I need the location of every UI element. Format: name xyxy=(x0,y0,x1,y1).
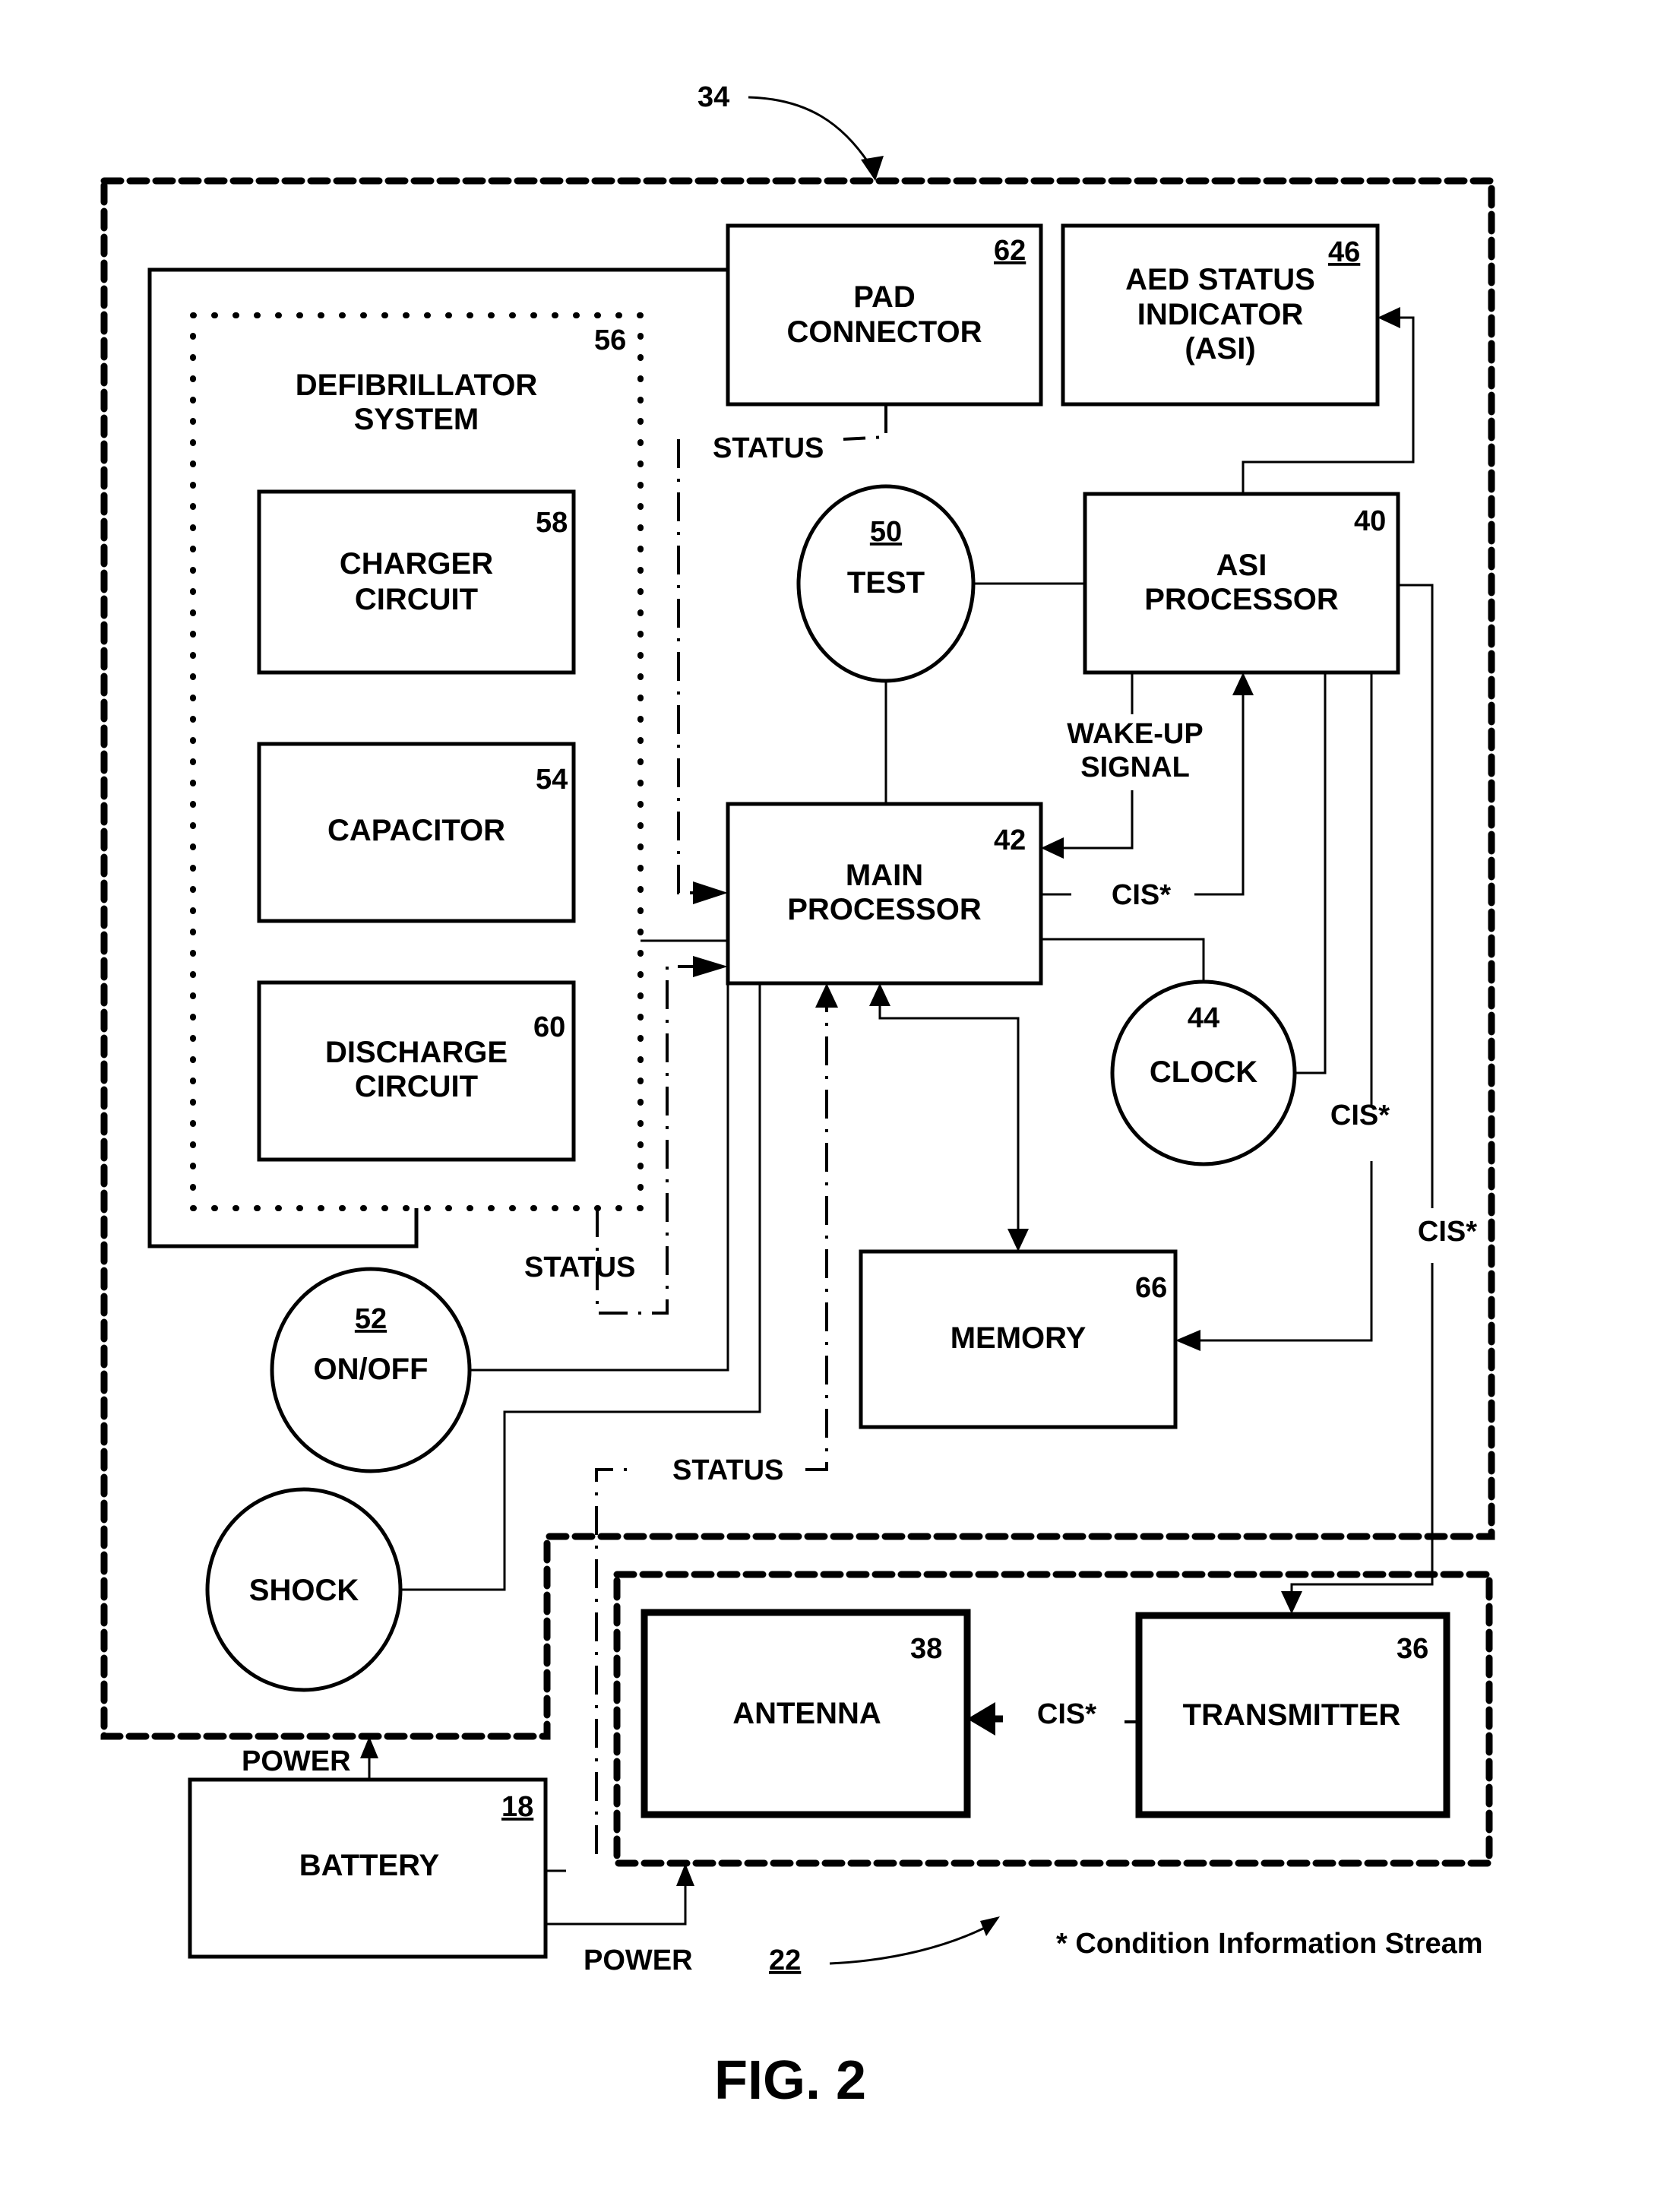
main-to-clock-line xyxy=(1041,938,1205,982)
battery-block[interactable]: 18 BATTERY xyxy=(188,1777,548,1959)
clock-component[interactable]: 44 CLOCK xyxy=(1110,979,1297,1166)
power-comm-line xyxy=(546,1884,687,1926)
test-label: TEST xyxy=(847,566,925,600)
asi-processor-label-2: PROCESSOR xyxy=(1144,583,1339,616)
ref-36-label: 36 xyxy=(1397,1633,1428,1665)
aed-unit-boundary xyxy=(100,177,1495,1740)
ref-60-label: 60 xyxy=(533,1011,565,1043)
charger-circuit-box xyxy=(257,489,576,675)
figure-caption: FIG. 2 xyxy=(714,2050,866,2111)
defibrillator-system-label-1: DEFIBRILLATOR xyxy=(296,369,538,402)
asi-processor-label-1: ASI xyxy=(1216,549,1267,582)
status-comm-label: STATUS xyxy=(672,1454,783,1486)
pad-status-line-a xyxy=(843,404,887,441)
transmitter-block[interactable]: 36 TRANSMITTER xyxy=(1135,1612,1450,1818)
shock-label: SHOCK xyxy=(249,1574,359,1607)
antenna-label: ANTENNA xyxy=(732,1697,881,1730)
defibrillator-system-label-2: SYSTEM xyxy=(354,403,479,436)
charger-circuit-label-2: CIRCUIT xyxy=(355,583,478,616)
cis-tx-antenna-arrowhead xyxy=(967,1702,995,1736)
aed-status-indicator-block[interactable]: 46 AED STATUS INDICATOR (ASI) xyxy=(1061,223,1380,407)
clock-label: CLOCK xyxy=(1150,1055,1257,1089)
pad-connector-block[interactable]: 62 PAD CONNECTOR xyxy=(726,223,1043,407)
aed-block-diagram: 34 56 DEFIBRILLATOR SYSTEM 58 CHARGER CI… xyxy=(100,81,1495,2111)
asi-processor-block[interactable]: 40 ASI PROCESSOR xyxy=(1083,492,1400,675)
cis-main-asi-arrowhead xyxy=(1232,672,1254,695)
ref-40-label: 40 xyxy=(1354,505,1386,537)
cis-asi-memory-label: CIS* xyxy=(1330,1100,1390,1131)
cis-asi-transmitter-line-a xyxy=(1398,584,1434,1208)
ref-50-label: 50 xyxy=(870,516,902,548)
memory-label: MEMORY xyxy=(951,1321,1087,1355)
power-comm-label: POWER xyxy=(584,1945,693,1976)
charger-circuit-label-1: CHARGER xyxy=(340,547,493,581)
ref-58-label: 58 xyxy=(536,507,568,539)
charger-circuit-block[interactable]: 58 CHARGER CIRCUIT xyxy=(257,489,576,675)
pad-status-line-b xyxy=(677,439,693,894)
pad-connector-label-2: CONNECTOR xyxy=(786,315,982,349)
aed-status-indicator-label-3: (ASI) xyxy=(1185,332,1255,366)
wakeup-label-2: SIGNAL xyxy=(1080,752,1190,783)
ref-56-label: 56 xyxy=(594,324,626,356)
capacitor-block[interactable]: 54 CAPACITOR xyxy=(257,742,576,923)
cis-asi-transmitter-line-b xyxy=(1290,1263,1434,1593)
discharge-circuit-block[interactable]: 60 DISCHARGE CIRCUIT xyxy=(257,980,576,1162)
ref-18-label: 18 xyxy=(501,1791,533,1823)
test-button[interactable]: 50 TEST xyxy=(796,484,976,683)
comm-status-line-b xyxy=(805,1008,828,1471)
cis-tx-antenna-label: CIS* xyxy=(1037,1698,1096,1730)
discharge-circuit-label-1: DISCHARGE xyxy=(325,1036,508,1069)
cis-asi-transmitter-label: CIS* xyxy=(1418,1216,1477,1248)
main-processor-label-2: PROCESSOR xyxy=(787,893,982,926)
ref-22-label: 22 xyxy=(769,1945,801,1976)
ref-54-label: 54 xyxy=(536,764,568,796)
cis-asi-memory-arrowhead xyxy=(1175,1330,1200,1351)
cis-main-asi-label: CIS* xyxy=(1112,879,1171,911)
power-aed-label: POWER xyxy=(242,1745,351,1777)
clock-to-asi-line xyxy=(1295,672,1327,1074)
battery-label: BATTERY xyxy=(299,1849,440,1882)
capacitor-label: CAPACITOR xyxy=(327,814,505,847)
status-defib-label: STATUS xyxy=(524,1252,635,1283)
ref-38-label: 38 xyxy=(910,1633,942,1665)
shock-button[interactable]: SHOCK xyxy=(205,1487,403,1692)
antenna-block[interactable]: 38 ANTENNA xyxy=(641,1609,971,1818)
transmitter-label: TRANSMITTER xyxy=(1183,1698,1401,1732)
cis-asi-memory-line-b xyxy=(1200,1161,1373,1342)
status-pad-label: STATUS xyxy=(713,432,824,464)
wakeup-arrowhead xyxy=(1041,837,1064,859)
main-processor-block[interactable]: 42 MAIN PROCESSOR xyxy=(726,802,1043,986)
ref-34-label: 34 xyxy=(697,81,729,113)
aed-status-indicator-label-2: INDICATOR xyxy=(1137,298,1304,331)
cis-asi-transmitter-arrowhead xyxy=(1281,1591,1302,1614)
pad-connector-label-1: PAD xyxy=(853,280,915,314)
main-memory-arrowhead-up xyxy=(869,983,890,1006)
main-processor-label-1: MAIN xyxy=(846,859,923,892)
defib-status-arrowhead xyxy=(693,956,728,977)
wakeup-line-bottom xyxy=(1064,790,1134,850)
ref-62-label: 62 xyxy=(994,235,1026,267)
wakeup-label-1: WAKE-UP xyxy=(1067,718,1203,750)
memory-block[interactable]: 66 MEMORY xyxy=(859,1249,1178,1429)
main-memory-arrowhead-down xyxy=(1007,1229,1029,1252)
comm-status-arrowhead xyxy=(815,983,838,1008)
ref-44-label: 44 xyxy=(1188,1002,1219,1034)
aed-status-indicator-label-1: AED STATUS xyxy=(1125,263,1315,296)
ref-22-leader xyxy=(829,1925,988,1965)
asi-to-indicator-arrowhead xyxy=(1378,307,1400,328)
ref-46-label: 46 xyxy=(1328,236,1360,268)
discharge-circuit-label-2: CIRCUIT xyxy=(355,1070,478,1103)
ref-34-leader xyxy=(748,96,875,172)
on-off-label: ON/OFF xyxy=(313,1353,428,1386)
ref-52-label: 52 xyxy=(355,1303,387,1335)
ref-42-label: 42 xyxy=(994,824,1026,856)
main-memory-line xyxy=(878,1006,1020,1229)
pad-status-arrowhead xyxy=(693,881,728,904)
ref-66-label: 66 xyxy=(1135,1272,1167,1304)
on-off-button[interactable]: 52 ON/OFF xyxy=(270,1267,472,1473)
ref-22-arrowhead xyxy=(980,1916,1000,1936)
ref-34-arrowhead xyxy=(861,156,884,181)
footnote: * Condition Information Stream xyxy=(1056,1928,1483,1960)
